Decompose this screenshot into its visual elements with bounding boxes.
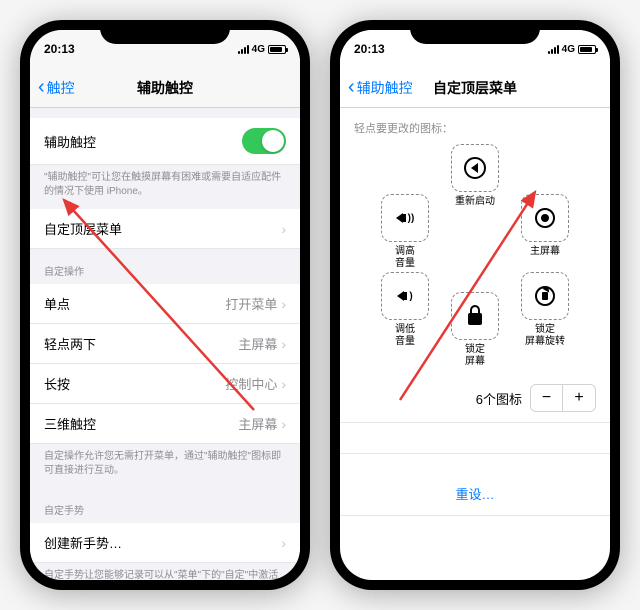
action-label: 长按 xyxy=(44,374,70,393)
assistive-toggle[interactable] xyxy=(242,128,286,154)
action-value: 打开菜单 xyxy=(225,294,277,313)
nav-bar: ‹ 辅助触控 自定顶层菜单 xyxy=(340,68,610,108)
icon-count-stepper: − + xyxy=(530,384,596,412)
action-cell-3[interactable]: 三维触控 主屏幕› xyxy=(30,404,300,444)
count-label: 6个图标 xyxy=(476,389,522,408)
icon-item-restart: 重新启动 xyxy=(444,144,506,208)
status-right: 4G xyxy=(238,44,286,55)
back-label: 触控 xyxy=(47,78,75,98)
content-left[interactable]: 辅助触控 "辅助触控"可让您在触摸屏幕有困难或需要自适应配件的情况下使用 iPh… xyxy=(30,108,300,580)
action-value: 主屏幕 xyxy=(238,414,277,433)
chevron-right-icon: › xyxy=(281,221,286,237)
phone-right: 20:13 4G ‹ 辅助触控 自定顶层菜单 轻点要更改的图标： 重新启动 xyxy=(330,20,620,590)
icon-label: 调低 音量 xyxy=(395,324,415,348)
volume-up-icon: )) xyxy=(396,213,415,224)
stepper-plus[interactable]: + xyxy=(563,385,595,411)
icon-label: 锁定 屏幕 xyxy=(465,344,485,368)
chevron-right-icon: › xyxy=(281,535,286,551)
hint-text: 轻点要更改的图标： xyxy=(340,108,610,144)
chevron-right-icon: › xyxy=(281,416,286,432)
action-cell-1[interactable]: 轻点两下 主屏幕› xyxy=(30,324,300,364)
screen-right: 20:13 4G ‹ 辅助触控 自定顶层菜单 轻点要更改的图标： 重新启动 xyxy=(340,30,610,580)
icon-item-home: 主屏幕 xyxy=(514,194,576,258)
section-gestures: 自定手势 xyxy=(30,488,300,523)
action-label: 三维触控 xyxy=(44,414,96,433)
voldown-icon-button[interactable]: ) xyxy=(381,272,429,320)
page-title: 自定顶层菜单 xyxy=(433,78,517,98)
home-icon-button[interactable] xyxy=(521,194,569,242)
back-button[interactable]: ‹ 触控 xyxy=(30,76,75,99)
stepper-minus[interactable]: − xyxy=(531,385,563,411)
icon-label: 调高 音量 xyxy=(395,246,415,270)
action-cell-2[interactable]: 长按 控制中心› xyxy=(30,364,300,404)
status-time: 20:13 xyxy=(354,42,385,56)
chevron-right-icon: › xyxy=(281,296,286,312)
carrier-label: 4G xyxy=(562,44,575,55)
toggle-desc: "辅助触控"可让您在触摸屏幕有困难或需要自适应配件的情况下使用 iPhone。 xyxy=(30,165,300,209)
icon-label: 重新启动 xyxy=(455,196,495,208)
rotation-lock-icon xyxy=(535,286,555,306)
create-gesture-cell[interactable]: 创建新手势… › xyxy=(30,523,300,563)
icon-label: 锁定 屏幕旋转 xyxy=(525,324,565,348)
action-value: 主屏幕 xyxy=(238,334,277,353)
status-time: 20:13 xyxy=(44,42,75,56)
back-button[interactable]: ‹ 辅助触控 xyxy=(340,76,413,99)
page-title: 辅助触控 xyxy=(137,78,193,98)
volume-down-icon: ) xyxy=(397,291,412,302)
icon-item-rotate: 锁定 屏幕旋转 xyxy=(514,272,576,348)
customize-top-cell[interactable]: 自定顶层菜单 › xyxy=(30,209,300,249)
signal-icon xyxy=(238,45,249,54)
notch xyxy=(410,20,540,44)
action-label: 单点 xyxy=(44,294,70,313)
reset-button[interactable]: 重设… xyxy=(340,453,610,516)
chevron-left-icon: ‹ xyxy=(348,76,355,99)
phone-left: 20:13 4G ‹ 触控 辅助触控 辅助触控 "辅助触控"可让您在触摸屏幕有困… xyxy=(20,20,310,590)
toggle-cell[interactable]: 辅助触控 xyxy=(30,118,300,165)
chevron-left-icon: ‹ xyxy=(38,76,45,99)
icon-label: 主屏幕 xyxy=(530,246,560,258)
notch xyxy=(100,20,230,44)
create-gesture-label: 创建新手势… xyxy=(44,533,122,552)
rotate-icon-button[interactable] xyxy=(521,272,569,320)
restart-icon-button[interactable] xyxy=(451,144,499,192)
nav-bar: ‹ 触控 辅助触控 xyxy=(30,68,300,108)
reset-label: 重设… xyxy=(455,487,494,502)
chevron-right-icon: › xyxy=(281,376,286,392)
section-custom-actions: 自定操作 xyxy=(30,249,300,284)
screen-left: 20:13 4G ‹ 触控 辅助触控 辅助触控 "辅助触控"可让您在触摸屏幕有困… xyxy=(30,30,300,580)
carrier-label: 4G xyxy=(252,44,265,55)
lock-icon-button[interactable] xyxy=(451,292,499,340)
home-icon xyxy=(535,208,555,228)
action-cell-0[interactable]: 单点 打开菜单› xyxy=(30,284,300,324)
toggle-label: 辅助触控 xyxy=(44,132,96,151)
icon-item-lock: 锁定 屏幕 xyxy=(444,292,506,368)
chevron-right-icon: › xyxy=(281,336,286,352)
customize-top-label: 自定顶层菜单 xyxy=(44,219,122,238)
stepper-row: 6个图标 − + xyxy=(340,364,610,423)
action-label: 轻点两下 xyxy=(44,334,96,353)
icon-grid: 重新启动 )) 调高 音量 主屏幕 ) 调低 音量 锁定 屏幕 xyxy=(340,144,610,364)
content-right: 轻点要更改的图标： 重新启动 )) 调高 音量 主屏幕 ) 调低 音量 xyxy=(340,108,610,580)
icon-item-voldown: ) 调低 音量 xyxy=(374,272,436,348)
restart-icon xyxy=(464,157,486,179)
volup-icon-button[interactable]: )) xyxy=(381,194,429,242)
battery-icon xyxy=(268,45,286,54)
gesture-desc: 自定手势让您能够记录可以从"菜单"下的"自定"中激活的手势。 xyxy=(30,563,300,580)
action-value: 控制中心 xyxy=(225,374,277,393)
back-label: 辅助触控 xyxy=(357,78,413,98)
signal-icon xyxy=(548,45,559,54)
icon-item-volup: )) 调高 音量 xyxy=(374,194,436,270)
status-right: 4G xyxy=(548,44,596,55)
battery-icon xyxy=(578,45,596,54)
lock-icon xyxy=(468,313,482,325)
actions-desc: 自定操作允许您无需打开菜单，通过"辅助触控"图标即可直接进行互动。 xyxy=(30,444,300,488)
